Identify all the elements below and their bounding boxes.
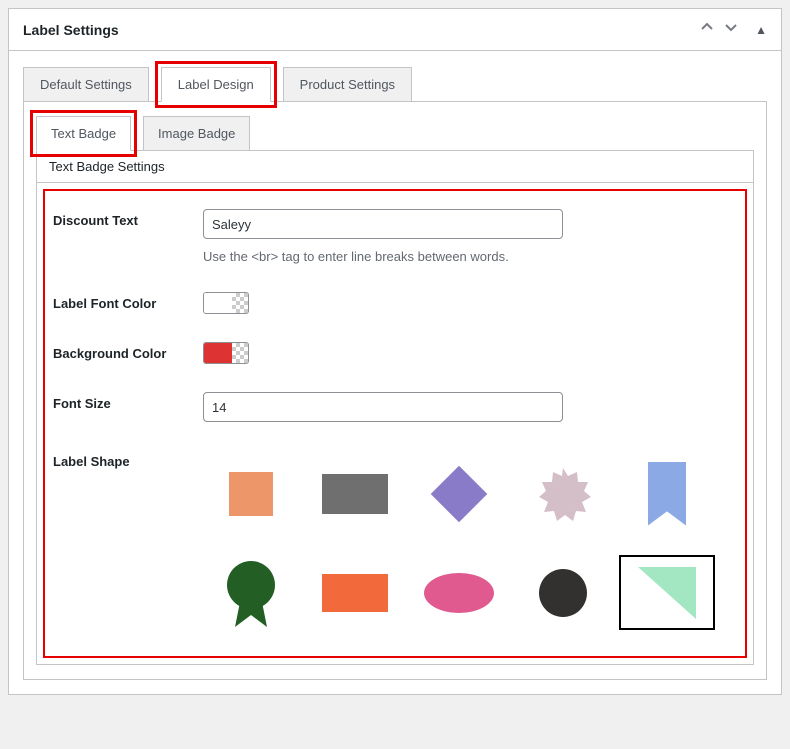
control-background-color [203,342,737,364]
move-up-icon[interactable] [699,19,715,40]
field-background-color: Background Color [53,342,737,364]
field-label-font-color: Label Font Color [53,292,737,314]
font-size-input[interactable] [203,392,563,422]
rectangle-orange-icon [322,574,388,612]
control-discount-text: Use the <br> tag to enter line breaks be… [203,209,737,264]
rectangle-icon [322,474,388,514]
shape-ellipse[interactable] [411,555,507,630]
field-font-size: Font Size [53,392,737,422]
panel-header: Label Settings ▲ [9,9,781,51]
shape-triangle-corner[interactable] [619,555,715,630]
font-size-label: Font Size [53,392,203,411]
field-discount-text: Discount Text Use the <br> tag to enter … [53,209,737,264]
ellipse-icon [424,573,494,613]
sub-tab-content: Text Badge Settings Discount Text Use th… [36,150,754,665]
shape-bookmark[interactable] [619,456,715,531]
checker-icon [232,293,248,313]
collapse-icon[interactable]: ▲ [755,23,767,37]
checker-icon [232,343,248,363]
discount-text-help: Use the <br> tag to enter line breaks be… [203,249,737,264]
seal-icon [223,557,279,629]
section-title: Text Badge Settings [37,151,753,183]
label-font-color-swatch [204,293,232,313]
shape-starburst[interactable] [515,456,611,531]
background-color-picker[interactable] [203,342,249,364]
control-label-shape [203,450,737,630]
move-down-icon[interactable] [723,19,739,40]
background-color-swatch [204,343,232,363]
starburst-icon [535,466,591,522]
form-highlight-area: Discount Text Use the <br> tag to enter … [43,189,747,658]
tab-content-panel: Text Badge Image Badge Text Badge Settin… [23,101,767,680]
diamond-icon [431,465,488,522]
shape-seal[interactable] [203,555,299,630]
tab-label-design[interactable]: Label Design [161,67,271,102]
shape-diamond[interactable] [411,456,507,531]
circle-icon [539,569,587,617]
tab-highlight-box: Label Design [155,61,277,108]
bookmark-icon [648,462,686,526]
subtab-image-badge[interactable]: Image Badge [143,116,250,151]
subtab-highlight-box: Text Badge [30,110,137,157]
field-label-shape: Label Shape [53,450,737,630]
sub-tabs: Text Badge Image Badge [36,116,754,151]
panel-controls: ▲ [699,19,767,40]
tab-product-settings[interactable]: Product Settings [283,67,412,102]
shape-rectangle-rounded[interactable] [307,555,403,630]
background-color-label: Background Color [53,342,203,361]
subtab-text-badge[interactable]: Text Badge [36,116,131,151]
discount-text-input[interactable] [203,209,563,239]
label-settings-panel: Label Settings ▲ Default Settings Label … [8,8,782,695]
label-font-color-picker[interactable] [203,292,249,314]
tab-default-settings[interactable]: Default Settings [23,67,149,102]
control-font-size [203,392,737,422]
triangle-icon [632,563,702,623]
panel-title: Label Settings [23,22,119,38]
control-label-font-color [203,292,737,314]
label-shape-label: Label Shape [53,450,203,469]
shapes-grid [203,456,737,630]
square-icon [229,472,273,516]
label-discount-text: Discount Text [53,209,203,228]
shape-square[interactable] [203,456,299,531]
main-tabs: Default Settings Label Design Product Se… [23,67,767,102]
shape-circle[interactable] [515,555,611,630]
main-tabs-area: Default Settings Label Design Product Se… [9,51,781,102]
label-font-color-label: Label Font Color [53,292,203,311]
shape-rectangle[interactable] [307,456,403,531]
